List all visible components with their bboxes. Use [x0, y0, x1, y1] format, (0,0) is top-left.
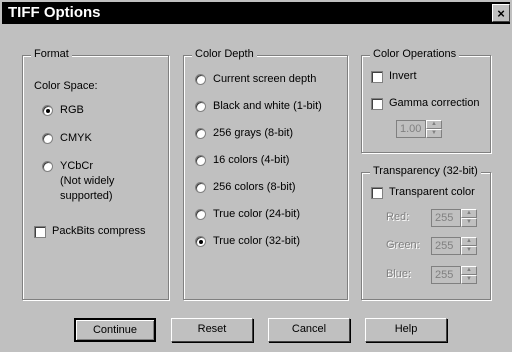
radio-256-colors-indicator[interactable] [195, 182, 206, 193]
radio-256-colors-label: 256 colors (8-bit) [213, 181, 296, 193]
color-operations-group: Color Operations Invert Gamma correction… [361, 48, 491, 153]
radio-rgb-indicator[interactable] [42, 105, 53, 116]
radio-current-screen-depth-indicator[interactable] [195, 74, 206, 85]
radio-true-color-32-indicator[interactable] [195, 236, 206, 247]
gamma-value[interactable]: 1.00 [396, 120, 426, 138]
gamma-label: Gamma correction [389, 97, 480, 109]
help-button[interactable]: Help [365, 318, 447, 342]
continue-button[interactable]: Continue [74, 318, 156, 342]
close-button[interactable]: × [492, 4, 510, 22]
red-label: Red: [386, 211, 410, 223]
radio-ycbcr[interactable]: YCbCr [42, 160, 93, 172]
green-value[interactable]: 255 [431, 237, 461, 255]
blue-stepper[interactable]: 255 ▲ ▼ [431, 266, 477, 284]
transparency-group: Transparency (32-bit) Transparent color … [361, 165, 491, 300]
green-stepper[interactable]: 255 ▲ ▼ [431, 237, 477, 255]
invert-label: Invert [389, 70, 417, 82]
stepper-down-icon[interactable]: ▼ [461, 218, 477, 227]
radio-256-grays-indicator[interactable] [195, 128, 206, 139]
transparent-color-checkbox-box[interactable] [371, 187, 383, 199]
window-title: TIFF Options [8, 4, 101, 21]
radio-black-white[interactable]: Black and white (1-bit) [195, 100, 322, 112]
ycbcr-note-line2: supported) [60, 190, 113, 202]
radio-256-grays[interactable]: 256 grays (8-bit) [195, 127, 293, 139]
radio-ycbcr-indicator[interactable] [42, 161, 53, 172]
radio-cmyk[interactable]: CMYK [42, 132, 92, 144]
radio-256-grays-label: 256 grays (8-bit) [213, 127, 294, 139]
stepper-down-icon[interactable]: ▼ [426, 129, 442, 138]
gamma-stepper-arrows[interactable]: ▲ ▼ [426, 120, 442, 138]
radio-256-colors[interactable]: 256 colors (8-bit) [195, 181, 296, 193]
packbits-checkbox-box[interactable] [34, 226, 46, 238]
gamma-checkbox[interactable]: Gamma correction [371, 97, 479, 110]
invert-checkbox-box[interactable] [371, 71, 383, 83]
radio-16-colors[interactable]: 16 colors (4-bit) [195, 154, 289, 166]
blue-value[interactable]: 255 [431, 266, 461, 284]
green-stepper-arrows[interactable]: ▲ ▼ [461, 237, 477, 255]
radio-cmyk-indicator[interactable] [42, 133, 53, 144]
radio-true-color-24-label: True color (24-bit) [213, 208, 301, 220]
red-stepper[interactable]: 255 ▲ ▼ [431, 209, 477, 227]
transparent-color-label: Transparent color [389, 186, 475, 198]
gamma-checkbox-box[interactable] [371, 98, 383, 110]
radio-current-screen-depth[interactable]: Current screen depth [195, 73, 316, 85]
title-bar: TIFF Options × [2, 2, 510, 24]
stepper-up-icon[interactable]: ▲ [461, 237, 477, 246]
cancel-button[interactable]: Cancel [268, 318, 350, 342]
radio-rgb[interactable]: RGB [42, 104, 84, 116]
transparent-color-checkbox[interactable]: Transparent color [371, 186, 475, 199]
radio-current-screen-depth-label: Current screen depth [213, 73, 317, 85]
stepper-up-icon[interactable]: ▲ [461, 209, 477, 218]
stepper-down-icon[interactable]: ▼ [461, 275, 477, 284]
gamma-stepper[interactable]: 1.00 ▲ ▼ [396, 120, 442, 138]
radio-true-color-32[interactable]: True color (32-bit) [195, 235, 300, 247]
radio-black-white-label: Black and white (1-bit) [213, 100, 322, 112]
red-value[interactable]: 255 [431, 209, 461, 227]
radio-rgb-label: RGB [60, 104, 84, 116]
color-depth-legend: Color Depth [192, 48, 257, 60]
reset-button[interactable]: Reset [171, 318, 253, 342]
blue-stepper-arrows[interactable]: ▲ ▼ [461, 266, 477, 284]
packbits-label: PackBits compress [52, 225, 146, 237]
radio-true-color-24-indicator[interactable] [195, 209, 206, 220]
radio-ycbcr-label: YCbCr [60, 160, 94, 172]
color-depth-group: Color Depth Current screen depth Black a… [183, 48, 348, 300]
radio-cmyk-label: CMYK [60, 132, 92, 144]
close-icon: × [497, 6, 505, 21]
format-group: Format Color Space: RGB CMYK YCbCr (Not … [22, 48, 169, 300]
ycbcr-note-line1: (Not widely [60, 175, 115, 187]
radio-true-color-32-label: True color (32-bit) [213, 235, 301, 247]
radio-true-color-24[interactable]: True color (24-bit) [195, 208, 300, 220]
format-legend: Format [31, 48, 72, 60]
stepper-up-icon[interactable]: ▲ [426, 120, 442, 129]
radio-16-colors-label: 16 colors (4-bit) [213, 154, 290, 166]
transparency-legend: Transparency (32-bit) [370, 165, 481, 177]
blue-label: Blue: [386, 268, 412, 280]
packbits-checkbox[interactable]: PackBits compress [34, 225, 146, 238]
radio-16-colors-indicator[interactable] [195, 155, 206, 166]
radio-black-white-indicator[interactable] [195, 101, 206, 112]
red-stepper-arrows[interactable]: ▲ ▼ [461, 209, 477, 227]
color-space-label: Color Space: [34, 80, 98, 92]
invert-checkbox[interactable]: Invert [371, 70, 417, 83]
green-label: Green: [386, 239, 420, 251]
color-operations-legend: Color Operations [370, 48, 460, 60]
stepper-down-icon[interactable]: ▼ [461, 246, 477, 255]
stepper-up-icon[interactable]: ▲ [461, 266, 477, 275]
